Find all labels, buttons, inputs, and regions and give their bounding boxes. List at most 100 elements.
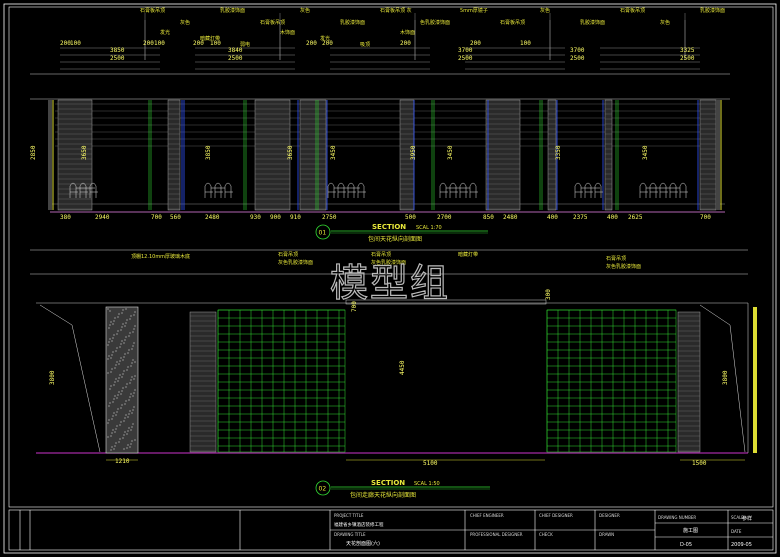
section-2-caption: 02 SECTION SCAL 1:50 包间走廊天花纵向剖面图 <box>315 479 490 499</box>
section-1-annotation: 色乳胶漆饰面 <box>420 19 450 26</box>
section-1-annotation: 乳胶漆饰面 <box>580 19 605 26</box>
section-1-height-dimension: 3450 <box>447 145 454 160</box>
section-1-height-dimension: 3450 <box>330 145 337 160</box>
section-1-small-dimension: 100 <box>154 40 165 47</box>
section-1-bottom-dimension: 2480 <box>205 214 220 221</box>
section-1-small-dimension: 100 <box>70 40 81 47</box>
section-2-caption-text: 包间走廊天花纵向剖面图 <box>350 491 416 499</box>
section-2-dimension: 300 <box>545 289 552 300</box>
section-1-annotation: 石膏板吊顶 灰 <box>380 7 412 14</box>
scale-value: 参样 <box>742 515 752 522</box>
section-1-annotation: 石膏板吊顶 <box>620 7 645 14</box>
section-2-annotation: 石膏吊顶 <box>278 251 298 258</box>
section-1-bottom-dimension: 2750 <box>322 214 337 221</box>
section-1-height-dimension: 3350 <box>555 145 562 160</box>
drawn-label: DRAWN <box>599 532 614 537</box>
section-1-caption: 01 SECTION SCAL 1:70 包间天花纵向剖面图 <box>315 223 488 243</box>
section-1-annotation: 石膏板吊顶 <box>260 19 285 26</box>
section-1-annotation: 石膏板吊顶 <box>500 19 525 26</box>
designer-label: DESIGNER <box>599 513 620 518</box>
cad-drawing-canvas: 石膏板吊顶灰色乳胶漆饰面石膏板吊顶灰色乳胶漆饰面石膏板吊顶 灰色乳胶漆饰面5mm… <box>3 3 777 554</box>
section-1-top-dimension-2: 2500 <box>228 55 243 62</box>
section-1-bottom-dimension: 900 <box>270 214 281 221</box>
chief-designer-label: CHIEF DESIGNER <box>539 513 573 518</box>
section-1-bottom-dimension: 400 <box>607 214 618 221</box>
section-1-annotation: 灰色 <box>660 19 670 26</box>
section-1-bottom-dimension: 400 <box>547 214 558 221</box>
section-2-dimension: 3800 <box>49 370 56 385</box>
section-2-scale: SCAL 1:50 <box>414 481 440 487</box>
section-2-annotation: 石膏吊顶 <box>606 255 626 262</box>
section-2-dimension: 5100 <box>423 460 438 467</box>
section-1-top-dimension: 3840 <box>228 47 243 54</box>
project-title: 福建省乡镇酒店装修工程 <box>334 521 384 528</box>
section-1-annotation: 吸顶 <box>360 42 370 48</box>
section-1-bottom-dimension: 500 <box>405 214 416 221</box>
section-1-annotation: 灰色 <box>300 7 310 14</box>
section-2-dimension: 1500 <box>692 460 707 467</box>
section-2-dimension: 3800 <box>722 370 729 385</box>
section-1-bottom-dimension: 700 <box>700 214 711 221</box>
section-1-bottom-dimension: 2700 <box>437 214 452 221</box>
section-1-top-dimension: 3325 <box>680 47 695 54</box>
drawing-number: 施工图 <box>683 527 698 534</box>
section-1-small-dimension: 200 <box>470 40 481 47</box>
section-1-height-dimension: 3650 <box>287 145 294 160</box>
section-1-annotation: 发光 <box>160 29 170 36</box>
section-1-small-dimension: 200 <box>322 40 333 47</box>
section-1-number: 01 <box>319 230 327 237</box>
section-1-bottom-dimension: 2375 <box>573 214 588 221</box>
section-1-top-dimension: 3850 <box>110 47 125 54</box>
section-1-annotation: 石膏板吊顶 <box>140 7 165 14</box>
section-1-top-dimension-2: 2500 <box>680 55 695 62</box>
section-1-bottom-dimension: 910 <box>290 214 301 221</box>
section-1-small-dimension: 100 <box>520 40 531 47</box>
section-1-annotation: 灰色 <box>180 19 190 26</box>
section-1-annotation: 木饰面 <box>400 29 415 36</box>
section-1-bottom-dimension: 2625 <box>628 214 643 221</box>
section-1-top-dimension-2: 2500 <box>570 55 585 62</box>
professional-designer-label: PROFESSIONAL DESIGNER <box>470 532 523 537</box>
section-1-bottom-dimension: 700 <box>151 214 162 221</box>
section-2-annotation: 灰色乳胶漆饰面 <box>606 263 641 270</box>
section-1-drawing: 石膏板吊顶灰色乳胶漆饰面石膏板吊顶灰色乳胶漆饰面石膏板吊顶 灰色乳胶漆饰面5mm… <box>30 7 730 221</box>
drawing-number-label: DRAWING NUMBER <box>658 515 696 520</box>
section-1-bottom-dimension: 2940 <box>95 214 110 221</box>
section-1-bottom-dimension: 380 <box>60 214 71 221</box>
section-1-annotation: 灰色 <box>540 7 550 14</box>
section-1-bottom-dimension: 850 <box>483 214 494 221</box>
section-1-height-dimension: 3950 <box>410 145 417 160</box>
date-value: 2009-05 <box>731 542 752 548</box>
section-2-annotation: 石膏吊顶 <box>371 251 391 258</box>
section-1-top-dimension-2: 2500 <box>458 55 473 62</box>
section-2-annotation: 暗藏灯带 <box>458 251 478 258</box>
section-1-caption-text: 包间天花纵向剖面图 <box>368 235 422 243</box>
section-1-title: SECTION <box>372 223 406 231</box>
check-label: CHECK <box>539 532 553 537</box>
date-label: DATE <box>731 529 742 534</box>
section-1-height-dimension: 2850 <box>30 145 37 160</box>
section-1-small-dimension: 200 <box>143 40 154 47</box>
section-1-top-dimension-2: 2500 <box>110 55 125 62</box>
section-2-annotation: 灰色乳胶漆饰面 <box>278 259 313 266</box>
section-1-small-dimension: 200 <box>306 40 317 47</box>
drawing-title: 天花剖面图(六) <box>346 540 380 547</box>
section-2-title: SECTION <box>371 479 405 487</box>
section-2-annotation: 顶棚12.10mm厚玻璃木底 <box>131 253 190 260</box>
section-1-height-dimension: 3650 <box>81 145 88 160</box>
section-1-annotation: 乳胶漆饰面 <box>700 7 725 14</box>
section-1-annotation: 5mm厚镜子 <box>460 7 488 14</box>
section-1-scale: SCAL 1:70 <box>416 225 442 231</box>
section-2-number: 02 <box>319 486 327 493</box>
section-1-small-dimension: 200 <box>193 40 204 47</box>
section-1-annotation: 乳胶漆饰面 <box>340 19 365 26</box>
section-2-dimension: 1210 <box>115 458 130 465</box>
section-1-top-dimension: 3700 <box>458 47 473 54</box>
section-1-bottom-dimension: 2480 <box>503 214 518 221</box>
section-1-height-dimension: 3450 <box>642 145 649 160</box>
section-1-bottom-dimension: 560 <box>170 214 181 221</box>
section-2-dimension: 4450 <box>399 360 406 375</box>
section-1-bottom-dimension: 930 <box>250 214 261 221</box>
section-1-small-dimension: 100 <box>210 40 221 47</box>
watermark: 模型组 <box>330 261 450 305</box>
